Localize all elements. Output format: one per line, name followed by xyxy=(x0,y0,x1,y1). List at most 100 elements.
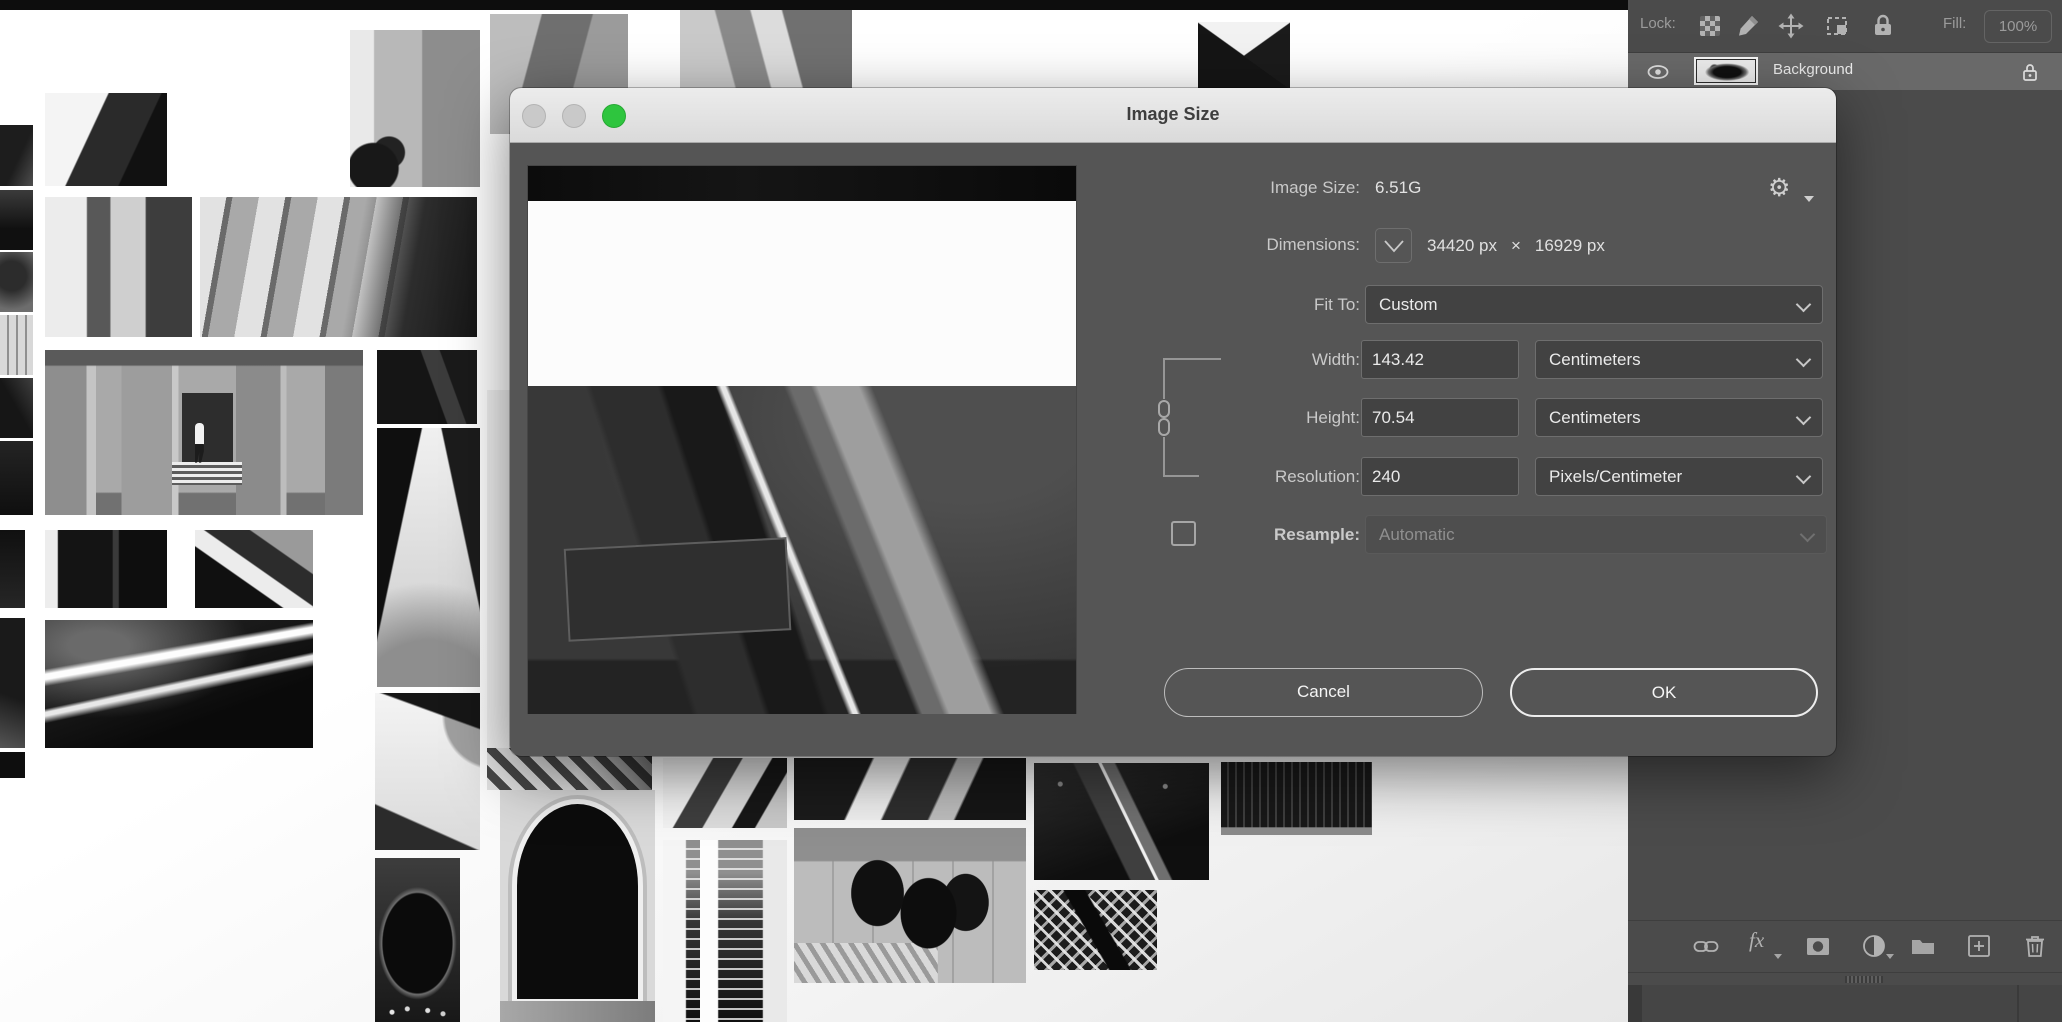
add-layer-mask-icon[interactable] xyxy=(1804,932,1832,960)
lock-label: Lock: xyxy=(1640,15,1676,32)
chevron-down-icon xyxy=(1795,351,1812,368)
walking-person xyxy=(193,422,206,463)
photo-tile-geometric xyxy=(794,758,1026,820)
width-unit-select[interactable]: Centimeters xyxy=(1535,340,1823,379)
photo-tile-angular xyxy=(195,530,313,608)
width-label: Width: xyxy=(1311,350,1360,369)
photo-tile xyxy=(663,758,787,828)
ok-button[interactable]: OK xyxy=(1510,668,1818,717)
new-group-folder-icon[interactable] xyxy=(1909,932,1937,960)
height-unit-value: Centimeters xyxy=(1549,408,1641,427)
fill-value-field[interactable]: 100% xyxy=(1984,10,2052,43)
resolution-unit-value: Pixels/Centimeter xyxy=(1549,467,1683,486)
chevron-down-icon xyxy=(1384,240,1404,253)
photo-tile-tower-trees xyxy=(350,30,480,187)
dimensions-unit-button[interactable] xyxy=(1375,228,1412,263)
photo-tile xyxy=(0,530,25,608)
resample-method-select: Automatic xyxy=(1365,515,1827,554)
resolution-label: Resolution: xyxy=(1274,467,1360,486)
dimensions-height-value: 16929 px xyxy=(1534,235,1605,255)
gear-options-button[interactable]: ⚙ xyxy=(1768,170,1816,206)
resample-label: Resample: xyxy=(1274,525,1360,544)
fit-to-label: Fit To: xyxy=(1314,295,1360,314)
dimensions-label: Dimensions: xyxy=(1266,235,1360,254)
photo-tile-v-curves xyxy=(377,428,480,687)
photo-tile xyxy=(377,350,477,424)
lock-all-icon[interactable] xyxy=(1870,13,1896,39)
width-unit-value: Centimeters xyxy=(1549,350,1641,369)
height-input[interactable] xyxy=(1361,398,1519,437)
image-size-label: Image Size: xyxy=(1270,178,1360,197)
delete-layer-trash-icon[interactable] xyxy=(2021,932,2049,960)
image-size-value: 6.51G xyxy=(1375,178,1422,197)
panel-resize-grip[interactable] xyxy=(1845,976,1883,983)
adjustment-layer-icon[interactable] xyxy=(1860,932,1888,960)
dimensions-value: 34420 px × 16929 px xyxy=(1427,228,1605,263)
lock-artboard-icon[interactable] xyxy=(1824,13,1850,39)
photo-tile xyxy=(0,252,33,312)
cancel-button[interactable]: Cancel xyxy=(1164,668,1483,717)
photo-tile-dark-door xyxy=(45,530,167,608)
photo-tile xyxy=(0,125,33,186)
constrain-bracket xyxy=(1163,358,1221,360)
photo-tile xyxy=(0,190,33,250)
panel-vertical-line xyxy=(2017,985,2019,1022)
lock-position-icon[interactable] xyxy=(1778,13,1804,39)
photo-tile xyxy=(0,618,25,748)
photo-tile xyxy=(0,315,33,375)
gear-caret-icon xyxy=(1804,196,1814,202)
dimensions-multiply-sign: × xyxy=(1510,235,1521,255)
photo-tile-lattice xyxy=(1034,890,1157,970)
layer-thumbnail[interactable] xyxy=(1694,57,1758,85)
lock-pixels-brush-icon[interactable] xyxy=(1735,13,1761,39)
photo-tile xyxy=(0,378,33,438)
photo-tile-escalator xyxy=(1034,763,1209,880)
photo-tile-stairwell xyxy=(663,840,787,1022)
gear-icon: ⚙ xyxy=(1768,174,1791,202)
layer-locked-icon[interactable] xyxy=(2018,60,2042,84)
resolution-unit-select[interactable]: Pixels/Centimeter xyxy=(1535,457,1823,496)
photo-tile xyxy=(0,752,25,778)
photo-tile-colonnade xyxy=(45,350,363,515)
resample-method-value: Automatic xyxy=(1379,525,1455,544)
preview-photo-detail xyxy=(528,386,1076,714)
new-layer-icon[interactable] xyxy=(1965,932,1993,960)
panel-bottom-strip xyxy=(1628,985,2062,1022)
chevron-down-icon xyxy=(1795,296,1812,313)
resample-checkbox[interactable] xyxy=(1171,521,1196,546)
layer-style-fx-icon[interactable]: fx xyxy=(1749,928,1777,956)
resolution-input[interactable] xyxy=(1361,457,1519,496)
colonnade-doorway xyxy=(181,392,233,473)
fit-to-select[interactable]: Custom xyxy=(1365,285,1823,324)
image-preview-pane[interactable] xyxy=(527,165,1077,714)
chevron-down-icon xyxy=(1795,409,1812,426)
constrain-bracket xyxy=(1163,475,1199,477)
photo-tile xyxy=(0,441,33,515)
preview-white-area xyxy=(528,201,1076,386)
layer-lock-options-row: Lock: Fill: 100% xyxy=(1628,0,2062,52)
height-label: Height: xyxy=(1306,408,1360,427)
layer-row-background[interactable]: Background xyxy=(1628,53,2062,90)
fit-to-value: Custom xyxy=(1379,295,1438,314)
canvas-black-strip xyxy=(0,0,1630,10)
dialog-title: Image Size xyxy=(1126,104,1220,124)
preview-black-strip xyxy=(528,166,1076,201)
height-unit-select[interactable]: Centimeters xyxy=(1535,398,1823,437)
panel-divider xyxy=(1628,972,2062,973)
photo-tile-curved-forms xyxy=(375,693,480,850)
width-input[interactable] xyxy=(1361,340,1519,379)
layer-thumbnail-image xyxy=(1697,60,1755,82)
photo-tile-dark-peak xyxy=(1198,22,1290,88)
constrain-proportions-chain-icon[interactable] xyxy=(1153,399,1175,437)
layer-visibility-eye-icon[interactable] xyxy=(1646,60,1670,84)
layers-panel-footer: fx xyxy=(1628,921,2062,972)
lock-transparency-icon[interactable] xyxy=(1700,16,1720,36)
photo-tile-coffered-ceiling xyxy=(200,197,477,337)
photo-tile-arch-people xyxy=(375,858,460,1022)
layer-name: Background xyxy=(1773,61,1854,78)
dialog-titlebar[interactable]: Image Size xyxy=(510,88,1836,143)
link-layers-icon[interactable] xyxy=(1692,932,1720,960)
colonnade-steps xyxy=(172,462,243,486)
dimensions-width-value: 34420 px xyxy=(1427,235,1497,255)
image-size-dialog: Image Size Image Size: 6.51G ⚙ Dimension… xyxy=(510,88,1836,756)
